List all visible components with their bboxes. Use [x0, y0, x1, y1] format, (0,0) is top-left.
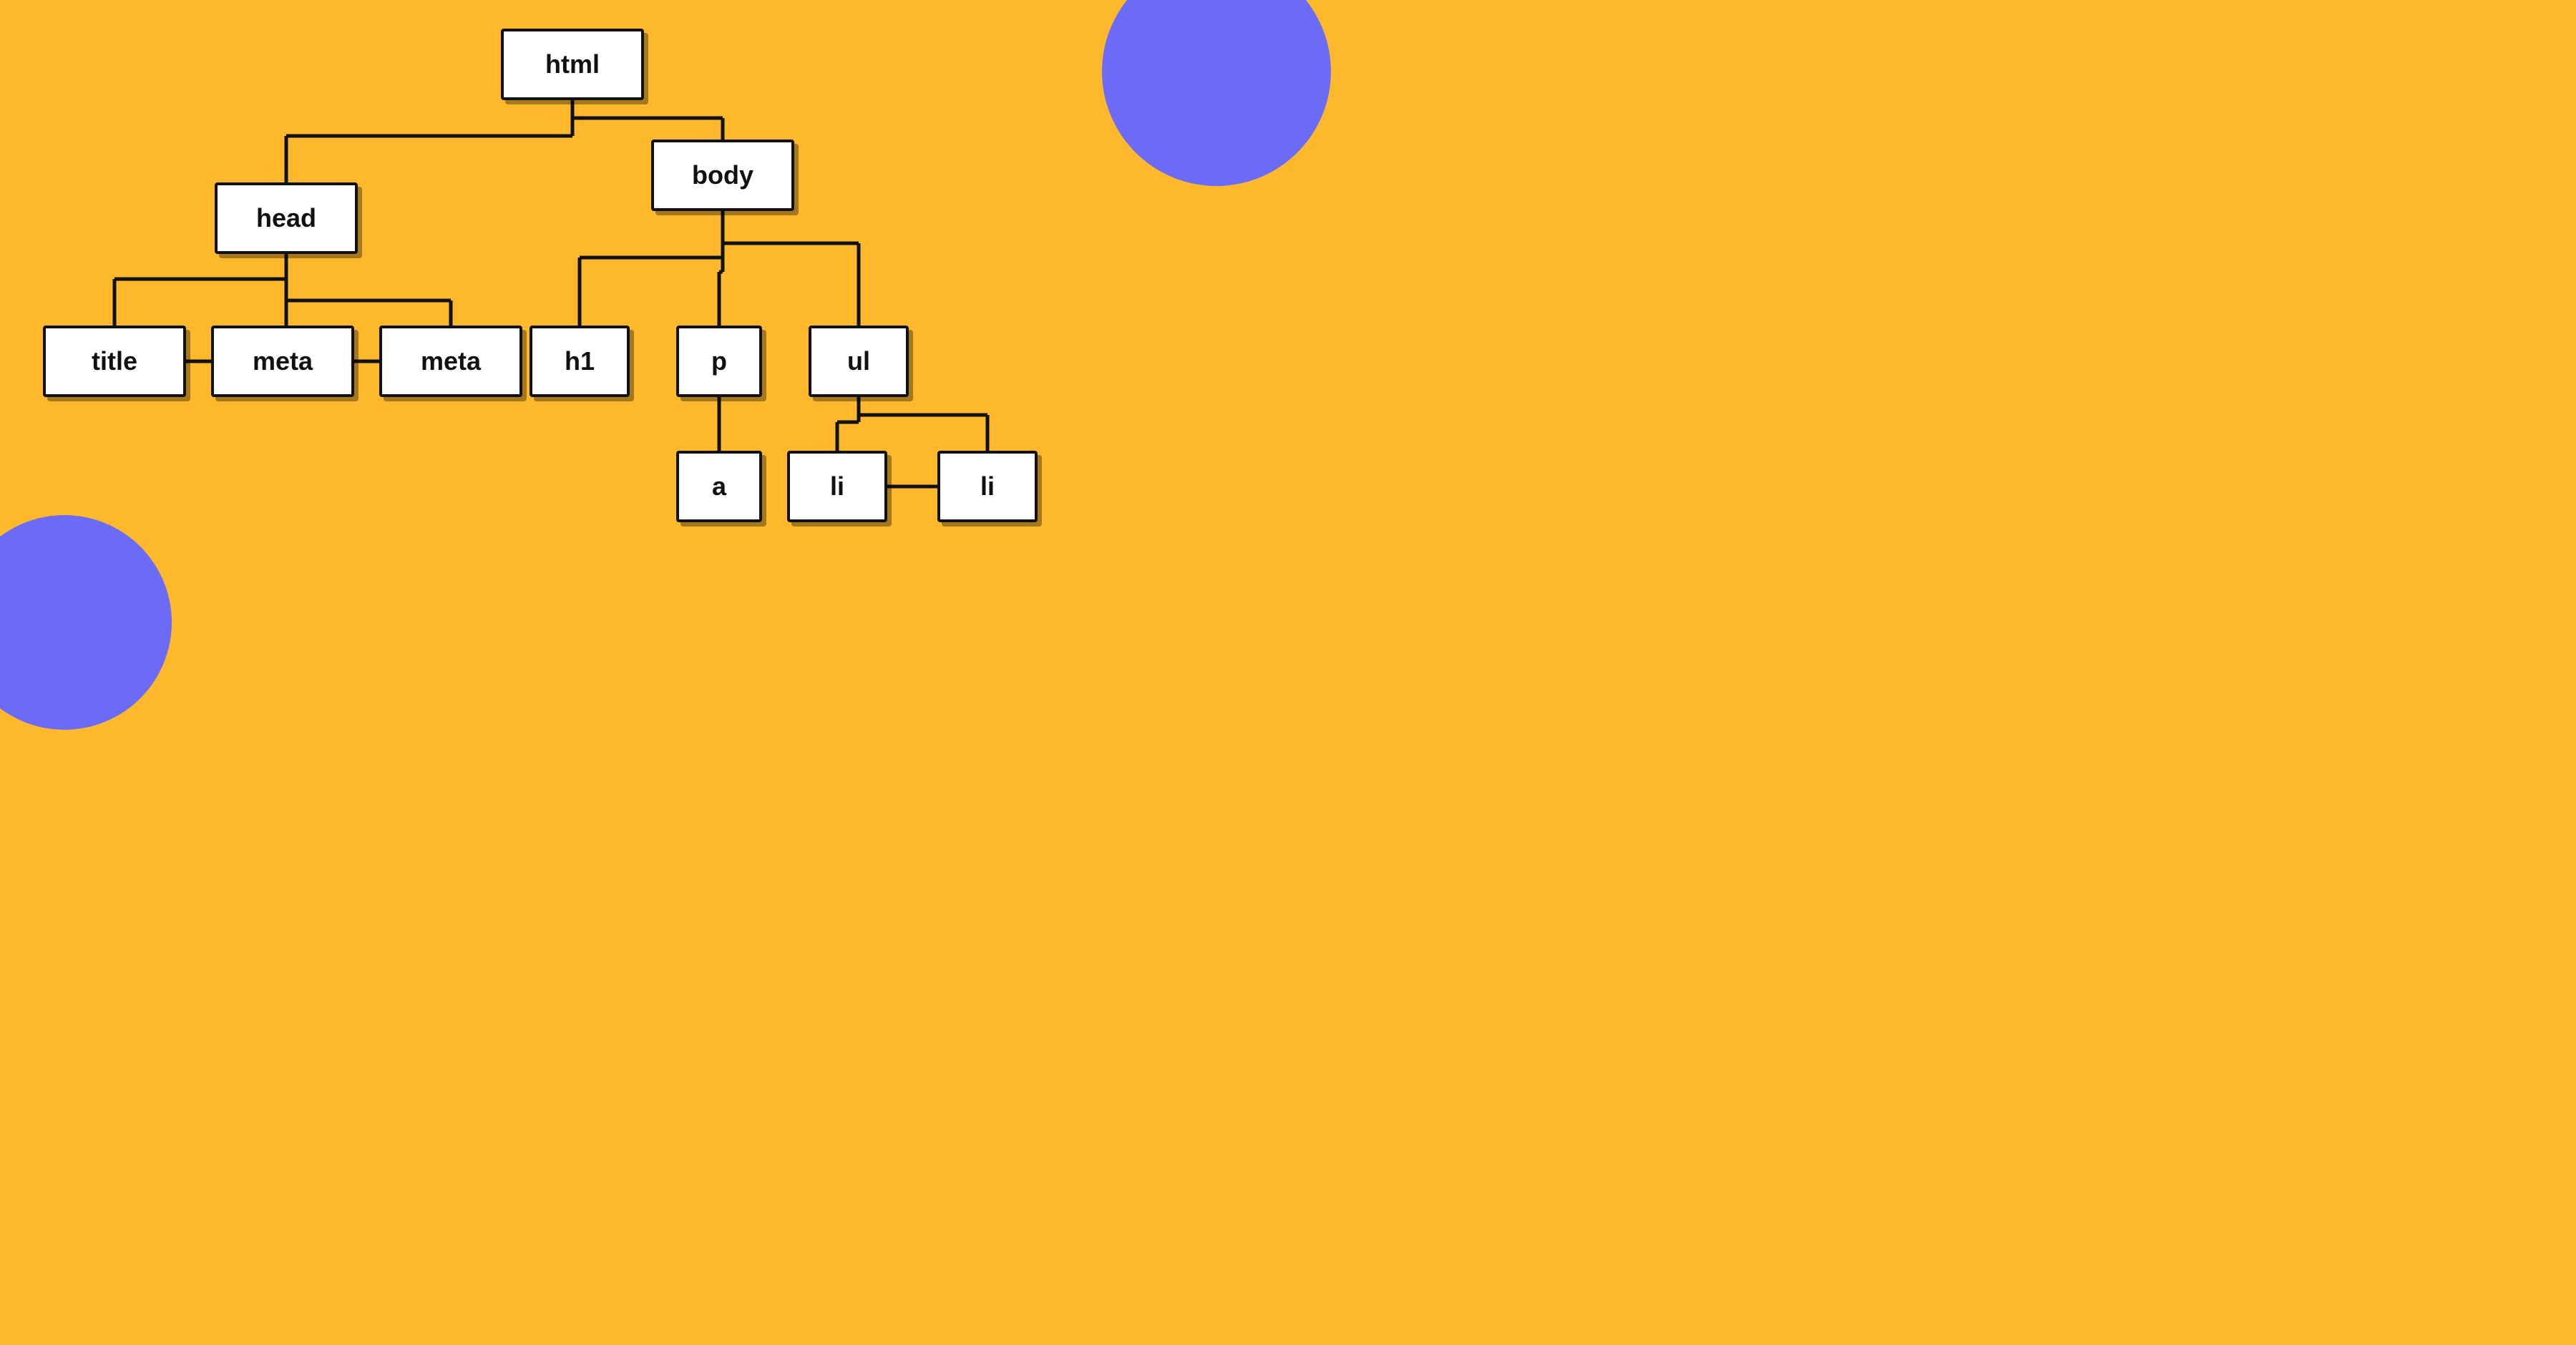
node-meta2: meta [379, 326, 522, 397]
node-li2: li [937, 451, 1038, 522]
node-a: a [676, 451, 762, 522]
node-title: title [43, 326, 186, 397]
node-ul: ul [809, 326, 909, 397]
node-li1: li [787, 451, 887, 522]
node-html: html [501, 29, 644, 100]
tree-connectors [0, 0, 1288, 672]
node-h1: h1 [530, 326, 630, 397]
node-p: p [676, 326, 762, 397]
node-body: body [651, 140, 794, 211]
node-head: head [215, 182, 358, 254]
node-meta1: meta [211, 326, 354, 397]
tree-diagram: html head body title meta meta h1 p ul a… [0, 0, 1288, 672]
